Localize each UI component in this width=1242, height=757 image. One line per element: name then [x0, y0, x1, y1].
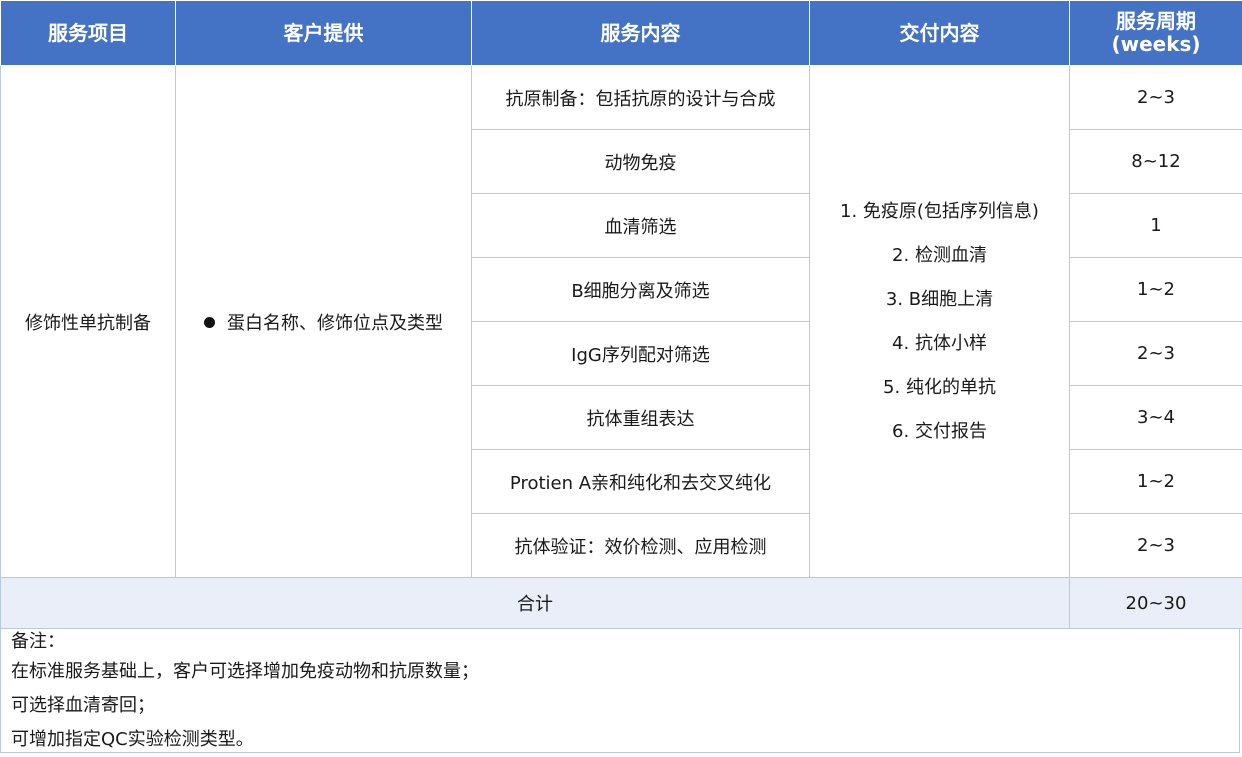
deliverable-item: 5. 纯化的单抗: [810, 366, 1069, 410]
service-content-cell: 抗体重组表达: [472, 386, 810, 450]
bullet-icon: [204, 317, 215, 328]
cycle-cell: 2~3: [1070, 322, 1242, 386]
total-row: 合计 20~30: [1, 578, 1242, 629]
header-service-item: 服务项目: [1, 1, 176, 66]
deliverable-item: 6. 交付报告: [810, 410, 1069, 454]
customer-provides-text: 蛋白名称、修饰位点及类型: [227, 313, 443, 334]
notes-section: 备注： 在标准服务基础上，客户可选择增加免疫动物和抗原数量； 可选择血清寄回； …: [0, 629, 1240, 753]
service-content-cell: 血清筛选: [472, 194, 810, 258]
cycle-cell: 1: [1070, 194, 1242, 258]
header-cycle-line1: 服务周期: [1070, 10, 1242, 33]
table-row: 修饰性单抗制备 蛋白名称、修饰位点及类型 抗原制备：包括抗原的设计与合成 1. …: [1, 66, 1242, 130]
cycle-cell: 2~3: [1070, 66, 1242, 130]
header-cycle-line2: (weeks): [1070, 33, 1242, 56]
header-row: 服务项目 客户提供 服务内容 交付内容 服务周期 (weeks): [1, 1, 1242, 66]
note-line: 可选择血清寄回；: [11, 689, 1239, 723]
cycle-cell: 2~3: [1070, 514, 1242, 578]
deliverable-item: 1. 免疫原(包括序列信息): [810, 190, 1069, 234]
header-service-content: 服务内容: [472, 1, 810, 66]
service-content-cell: Protien A亲和纯化和去交叉纯化: [472, 450, 810, 514]
note-line: 在标准服务基础上，客户可选择增加免疫动物和抗原数量；: [11, 655, 1239, 689]
cycle-cell: 3~4: [1070, 386, 1242, 450]
header-service-cycle: 服务周期 (weeks): [1070, 1, 1242, 66]
service-table: 服务项目 客户提供 服务内容 交付内容 服务周期 (weeks) 修饰性单抗制备…: [0, 0, 1242, 629]
total-cycle: 20~30: [1070, 578, 1242, 629]
note-line: 可增加指定QC实验检测类型。: [11, 723, 1239, 757]
deliverables-list: 1. 免疫原(包括序列信息) 2. 检测血清 3. B细胞上清 4. 抗体小样 …: [810, 190, 1069, 454]
cycle-cell: 1~2: [1070, 450, 1242, 514]
service-content-cell: 抗体验证：效价检测、应用检测: [472, 514, 810, 578]
deliverable-item: 2. 检测血清: [810, 234, 1069, 278]
notes-title: 备注：: [11, 629, 1239, 655]
service-content-cell: B细胞分离及筛选: [472, 258, 810, 322]
deliverable-item: 4. 抗体小样: [810, 322, 1069, 366]
cycle-cell: 1~2: [1070, 258, 1242, 322]
cycle-cell: 8~12: [1070, 130, 1242, 194]
customer-provides-cell: 蛋白名称、修饰位点及类型: [176, 66, 472, 578]
service-content-cell: 动物免疫: [472, 130, 810, 194]
deliverable-item: 3. B细胞上清: [810, 278, 1069, 322]
total-label: 合计: [1, 578, 1070, 629]
service-content-cell: IgG序列配对筛选: [472, 322, 810, 386]
service-content-cell: 抗原制备：包括抗原的设计与合成: [472, 66, 810, 130]
deliverables-cell: 1. 免疫原(包括序列信息) 2. 检测血清 3. B细胞上清 4. 抗体小样 …: [810, 66, 1070, 578]
header-customer-provides: 客户提供: [176, 1, 472, 66]
service-item-cell: 修饰性单抗制备: [1, 66, 176, 578]
header-deliverables: 交付内容: [810, 1, 1070, 66]
